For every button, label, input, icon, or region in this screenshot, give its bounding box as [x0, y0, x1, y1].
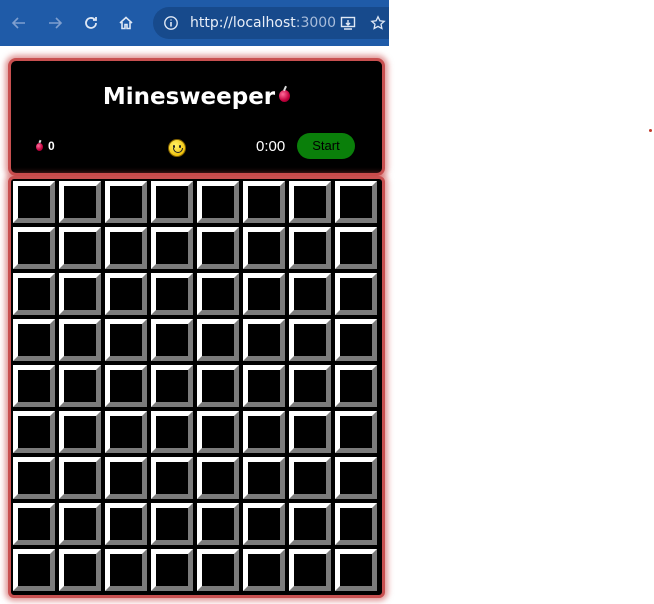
title-text: Minesweeper — [102, 84, 276, 110]
board-cell[interactable] — [59, 181, 101, 223]
board-cell[interactable] — [289, 181, 331, 223]
board-cell[interactable] — [289, 411, 331, 453]
board-cell[interactable] — [289, 549, 331, 591]
board-cell[interactable] — [243, 411, 285, 453]
board-cell[interactable] — [335, 457, 377, 499]
board-cell[interactable] — [197, 503, 239, 545]
board-cell[interactable] — [243, 273, 285, 315]
mine-counter-bomb-icon — [36, 142, 43, 151]
board-cell[interactable] — [105, 457, 147, 499]
board-cell[interactable] — [243, 227, 285, 269]
mine-count-value: 0 — [48, 139, 55, 153]
mine-counter: 0 — [36, 139, 55, 153]
board-cell[interactable] — [13, 227, 55, 269]
board-cell[interactable] — [243, 549, 285, 591]
stray-dot — [649, 129, 652, 132]
board-cell[interactable] — [151, 365, 193, 407]
board-cell[interactable] — [197, 365, 239, 407]
board-cell[interactable] — [197, 549, 239, 591]
board-cell[interactable] — [151, 411, 193, 453]
home-icon[interactable] — [115, 12, 137, 34]
board-cell[interactable] — [197, 181, 239, 223]
board-cell[interactable] — [59, 227, 101, 269]
board-cell[interactable] — [105, 365, 147, 407]
board-cell[interactable] — [105, 319, 147, 361]
smiley-icon[interactable] — [168, 139, 186, 157]
board-cell[interactable] — [59, 549, 101, 591]
board-cell[interactable] — [13, 273, 55, 315]
board-cell[interactable] — [105, 227, 147, 269]
board-cell[interactable] — [335, 411, 377, 453]
board-cell[interactable] — [13, 503, 55, 545]
board-cell[interactable] — [59, 503, 101, 545]
board-cell[interactable] — [335, 273, 377, 315]
page-title: Minesweeper — [11, 84, 382, 110]
board-cell[interactable] — [197, 411, 239, 453]
board-cell[interactable] — [335, 181, 377, 223]
board-cell[interactable] — [335, 227, 377, 269]
bookmark-star-icon[interactable] — [367, 12, 389, 34]
board-cell[interactable] — [151, 227, 193, 269]
browser-toolbar: http://localhost:3000 — [0, 0, 389, 46]
board-cell[interactable] — [289, 319, 331, 361]
board-cell[interactable] — [243, 319, 285, 361]
board-cell[interactable] — [289, 457, 331, 499]
board-cell[interactable] — [105, 549, 147, 591]
board-cell[interactable] — [59, 273, 101, 315]
board-cell[interactable] — [13, 457, 55, 499]
board-cell[interactable] — [335, 319, 377, 361]
board-cell[interactable] — [105, 273, 147, 315]
board-cell[interactable] — [59, 319, 101, 361]
board-cell[interactable] — [105, 411, 147, 453]
board-cell[interactable] — [197, 273, 239, 315]
board-cell[interactable] — [151, 457, 193, 499]
address-bar[interactable]: http://localhost:3000 — [153, 7, 389, 39]
game-board — [8, 176, 385, 598]
install-app-icon[interactable] — [337, 12, 359, 34]
board-cell[interactable] — [151, 549, 193, 591]
timer: 0:00 — [256, 138, 286, 155]
board-cell[interactable] — [243, 457, 285, 499]
board-cell[interactable] — [59, 365, 101, 407]
board-cell[interactable] — [151, 273, 193, 315]
board-cell[interactable] — [243, 503, 285, 545]
cell-grid — [13, 181, 377, 591]
board-cell[interactable] — [13, 365, 55, 407]
back-icon[interactable] — [8, 12, 30, 34]
forward-icon[interactable] — [44, 12, 66, 34]
board-cell[interactable] — [335, 365, 377, 407]
board-cell[interactable] — [289, 365, 331, 407]
board-cell[interactable] — [289, 273, 331, 315]
board-cell[interactable] — [59, 457, 101, 499]
board-cell[interactable] — [105, 181, 147, 223]
board-cell[interactable] — [197, 319, 239, 361]
board-cell[interactable] — [335, 503, 377, 545]
reload-icon[interactable] — [80, 12, 102, 34]
board-cell[interactable] — [13, 319, 55, 361]
board-cell[interactable] — [243, 181, 285, 223]
board-cell[interactable] — [243, 365, 285, 407]
board-cell[interactable] — [289, 227, 331, 269]
board-cell[interactable] — [59, 411, 101, 453]
game-header-panel: Minesweeper 0 0:00 Start — [8, 58, 385, 176]
start-button[interactable]: Start — [297, 133, 355, 159]
url-text: http://localhost:3000 — [190, 15, 337, 31]
board-cell[interactable] — [151, 503, 193, 545]
board-cell[interactable] — [13, 549, 55, 591]
board-cell[interactable] — [151, 319, 193, 361]
board-cell[interactable] — [289, 503, 331, 545]
bomb-icon — [279, 89, 291, 102]
site-info-icon[interactable] — [160, 12, 182, 34]
board-cell[interactable] — [105, 503, 147, 545]
board-cell[interactable] — [335, 549, 377, 591]
board-cell[interactable] — [197, 457, 239, 499]
board-cell[interactable] — [13, 181, 55, 223]
board-cell[interactable] — [13, 411, 55, 453]
board-cell[interactable] — [197, 227, 239, 269]
board-cell[interactable] — [151, 181, 193, 223]
